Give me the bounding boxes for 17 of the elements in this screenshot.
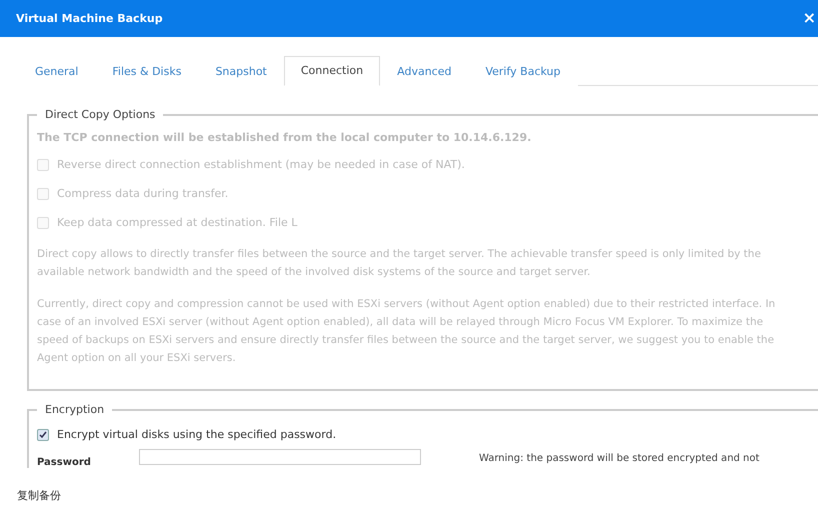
checkbox-label: Reverse direct connection establishment (may be needed in case of NAT).: [57, 158, 465, 171]
group-legend: Direct Copy Options: [37, 108, 164, 121]
caption-text: 复制备份: [16, 488, 62, 503]
connection-info: The TCP connection will be established from the local computer to 10.14.6.129.: [37, 131, 532, 144]
password-field[interactable]: [139, 449, 421, 465]
warning-text: Warning: the password will be stored encrypted and not: [478, 452, 760, 464]
checkbox-label: Encrypt virtual disks using the specified password.: [57, 428, 336, 441]
group-legend: Encryption: [37, 403, 112, 416]
checkbox[interactable]: [37, 428, 49, 440]
description-text: Currently, direct copy and compression cannot be used with ESXi servers (without Agent option enabled) due to their restricted interface. In case of an involved ESXi server (without Agent option enabled), all data will be relayed through Micro Focus VM Explorer. To maximize the speed of backups on ESXi servers and ensure directly transfer files between the source and the target server, we suggest you to enable the Agent option on all your ESXi servers.: [37, 297, 776, 366]
description-text: Direct copy allows to directly transfer files between the source and the target server. The achievable transfer speed is only limited by the available network bandwidth and the speed of the involved disk systems of the source and target server.: [37, 247, 762, 280]
checkbox-label: Compress data during transfer.: [57, 187, 228, 200]
tab[interactable]: Connection: [284, 56, 380, 86]
window-title: Virtual Machine Backup: [16, 12, 163, 25]
close-button[interactable]: ×: [802, 10, 818, 26]
checkbox-label: Keep data compressed at destination. File L: [57, 216, 298, 229]
password-label: Password: [37, 456, 92, 468]
